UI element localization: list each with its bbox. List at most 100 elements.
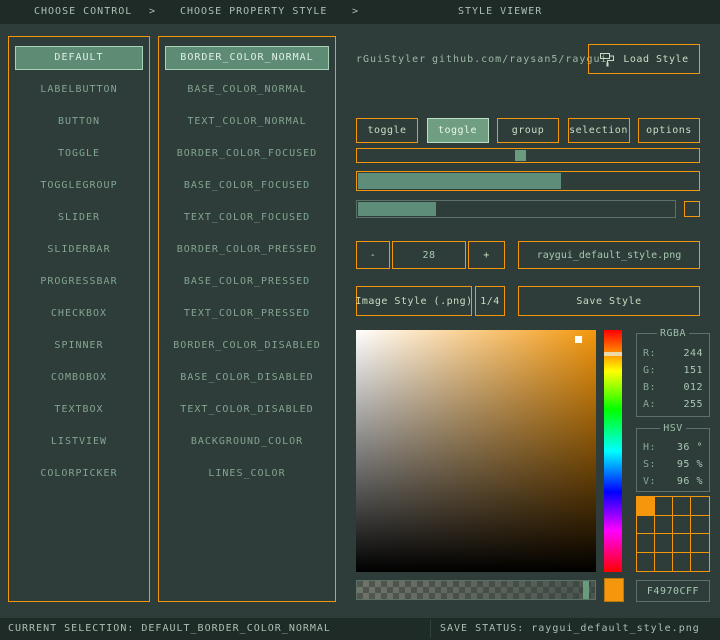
filename-textbox[interactable]: raygui_default_style.png: [518, 241, 700, 269]
toggle-0[interactable]: toggle: [356, 118, 418, 143]
swatch-cell-7[interactable]: [691, 516, 709, 535]
color-swatch-grid: [636, 496, 710, 572]
swatch-cell-6[interactable]: [673, 516, 691, 535]
spinner-minus-button[interactable]: -: [356, 241, 390, 269]
swatch-cell-2[interactable]: [673, 497, 691, 516]
rgba-title: RGBA: [657, 328, 689, 339]
control-item-listview[interactable]: LISTVIEW: [15, 430, 143, 454]
swatch-cell-11[interactable]: [691, 534, 709, 553]
progress-bar: [356, 200, 676, 218]
alpha-bar-handle[interactable]: [583, 581, 589, 599]
toggle-1[interactable]: toggle: [427, 118, 489, 143]
checkbox[interactable]: [684, 201, 700, 217]
control-item-default[interactable]: DEFAULT: [15, 46, 143, 70]
property-item-text-color-focused[interactable]: TEXT_COLOR_FOCUSED: [165, 206, 329, 230]
hsv-title: HSV: [660, 423, 686, 434]
swatch-cell-0[interactable]: [637, 497, 655, 516]
swatch-cell-12[interactable]: [637, 553, 655, 572]
control-item-togglegroup[interactable]: TOGGLEGROUP: [15, 174, 143, 198]
swatch-cell-1[interactable]: [655, 497, 673, 516]
swatch-cell-3[interactable]: [691, 497, 709, 516]
property-item-border-color-pressed[interactable]: BORDER_COLOR_PRESSED: [165, 238, 329, 262]
property-item-base-color-normal[interactable]: BASE_COLOR_NORMAL: [165, 78, 329, 102]
progress-bar-fill: [358, 202, 436, 216]
hex-value-textbox[interactable]: F4970CFF: [636, 580, 710, 602]
menu-style-viewer: STYLE VIEWER: [458, 0, 542, 24]
image-style-button[interactable]: Image Style (.png): [356, 286, 472, 316]
hue-bar-cursor[interactable]: [604, 352, 622, 356]
load-style-label: Load Style: [623, 54, 688, 65]
property-item-base-color-focused[interactable]: BASE_COLOR_FOCUSED: [165, 174, 329, 198]
control-item-combobox[interactable]: COMBOBOX: [15, 366, 143, 390]
slider[interactable]: [356, 148, 700, 163]
property-item-border-color-normal[interactable]: BORDER_COLOR_NORMAL: [165, 46, 329, 70]
property-item-background-color[interactable]: BACKGROUND_COLOR: [165, 430, 329, 454]
g-value: 151: [683, 362, 703, 379]
rgba-row-g: G: 151: [637, 362, 709, 379]
property-item-border-color-disabled[interactable]: BORDER_COLOR_DISABLED: [165, 334, 329, 358]
rgba-row-a: A: 255: [637, 396, 709, 413]
g-label: G:: [643, 362, 656, 379]
hsv-groupbox: HSV H: 36 ° S: 95 % V: 96 %: [636, 428, 710, 492]
repo-link[interactable]: github.com/raysan5/raygui: [432, 54, 608, 65]
status-divider: [430, 620, 431, 638]
property-item-lines-color[interactable]: LINES_COLOR: [165, 462, 329, 486]
load-style-button[interactable]: Load Style: [588, 44, 700, 74]
rguistyler-window: CHOOSE CONTROL > CHOOSE PROPERTY STYLE >…: [0, 0, 720, 640]
a-label: A:: [643, 396, 656, 413]
swatch-cell-13[interactable]: [655, 553, 673, 572]
property-item-base-color-disabled[interactable]: BASE_COLOR_DISABLED: [165, 366, 329, 390]
control-item-button[interactable]: BUTTON: [15, 110, 143, 134]
a-value: 255: [683, 396, 703, 413]
control-item-progressbar[interactable]: PROGRESSBAR: [15, 270, 143, 294]
control-item-colorpicker[interactable]: COLORPICKER: [15, 462, 143, 486]
top-menu-bar: CHOOSE CONTROL > CHOOSE PROPERTY STYLE >…: [0, 0, 720, 24]
size-ratio-button[interactable]: 1/4: [475, 286, 505, 316]
current-selection-status: CURRENT SELECTION: DEFAULT_BORDER_COLOR_…: [8, 618, 331, 640]
swatch-cell-4[interactable]: [637, 516, 655, 535]
toggle-3[interactable]: selection: [568, 118, 630, 143]
b-value: 012: [683, 379, 703, 396]
r-label: R:: [643, 345, 656, 362]
slider-handle[interactable]: [515, 150, 526, 161]
menu-choose-control[interactable]: CHOOSE CONTROL: [34, 0, 132, 24]
control-item-checkbox[interactable]: CHECKBOX: [15, 302, 143, 326]
hue-bar[interactable]: [604, 330, 622, 572]
property-item-base-color-pressed[interactable]: BASE_COLOR_PRESSED: [165, 270, 329, 294]
controls-listview: DEFAULT LABELBUTTON BUTTON TOGGLE TOGGLE…: [8, 36, 150, 602]
property-item-text-color-disabled[interactable]: TEXT_COLOR_DISABLED: [165, 398, 329, 422]
save-status: SAVE STATUS: raygui_default_style.png: [440, 618, 700, 640]
hsv-row-s: S: 95 %: [637, 456, 709, 473]
breadcrumb-separator-2: >: [352, 0, 359, 24]
slider-bar[interactable]: [356, 171, 700, 191]
swatch-cell-14[interactable]: [673, 553, 691, 572]
alpha-bar[interactable]: [356, 580, 596, 600]
control-item-toggle[interactable]: TOGGLE: [15, 142, 143, 166]
swatch-cell-8[interactable]: [637, 534, 655, 553]
swatch-cell-15[interactable]: [691, 553, 709, 572]
spinner-plus-button[interactable]: +: [468, 241, 505, 269]
save-style-button[interactable]: Save Style: [518, 286, 700, 316]
control-item-slider[interactable]: SLIDER: [15, 206, 143, 230]
control-item-labelbutton[interactable]: LABELBUTTON: [15, 78, 143, 102]
app-name-label: rGuiStyler: [356, 54, 426, 65]
property-item-text-color-pressed[interactable]: TEXT_COLOR_PRESSED: [165, 302, 329, 326]
spinner-value-box[interactable]: 28: [392, 241, 466, 269]
paint-roller-icon: [599, 51, 616, 68]
toggle-4[interactable]: options: [638, 118, 700, 143]
h-value: 36 °: [677, 439, 703, 456]
swatch-cell-10[interactable]: [673, 534, 691, 553]
property-item-border-color-focused[interactable]: BORDER_COLOR_FOCUSED: [165, 142, 329, 166]
control-item-spinner[interactable]: SPINNER: [15, 334, 143, 358]
swatch-cell-5[interactable]: [655, 516, 673, 535]
control-item-sliderbar[interactable]: SLIDERBAR: [15, 238, 143, 262]
properties-listview: BORDER_COLOR_NORMAL BASE_COLOR_NORMAL TE…: [158, 36, 336, 602]
color-picker-gradient[interactable]: [356, 330, 596, 572]
swatch-cell-9[interactable]: [655, 534, 673, 553]
menu-choose-property-style[interactable]: CHOOSE PROPERTY STYLE: [180, 0, 327, 24]
control-item-textbox[interactable]: TEXTBOX: [15, 398, 143, 422]
property-item-text-color-normal[interactable]: TEXT_COLOR_NORMAL: [165, 110, 329, 134]
toggle-2[interactable]: group: [497, 118, 559, 143]
color-picker-cursor[interactable]: [575, 336, 582, 343]
slider-bar-fill: [358, 173, 561, 189]
